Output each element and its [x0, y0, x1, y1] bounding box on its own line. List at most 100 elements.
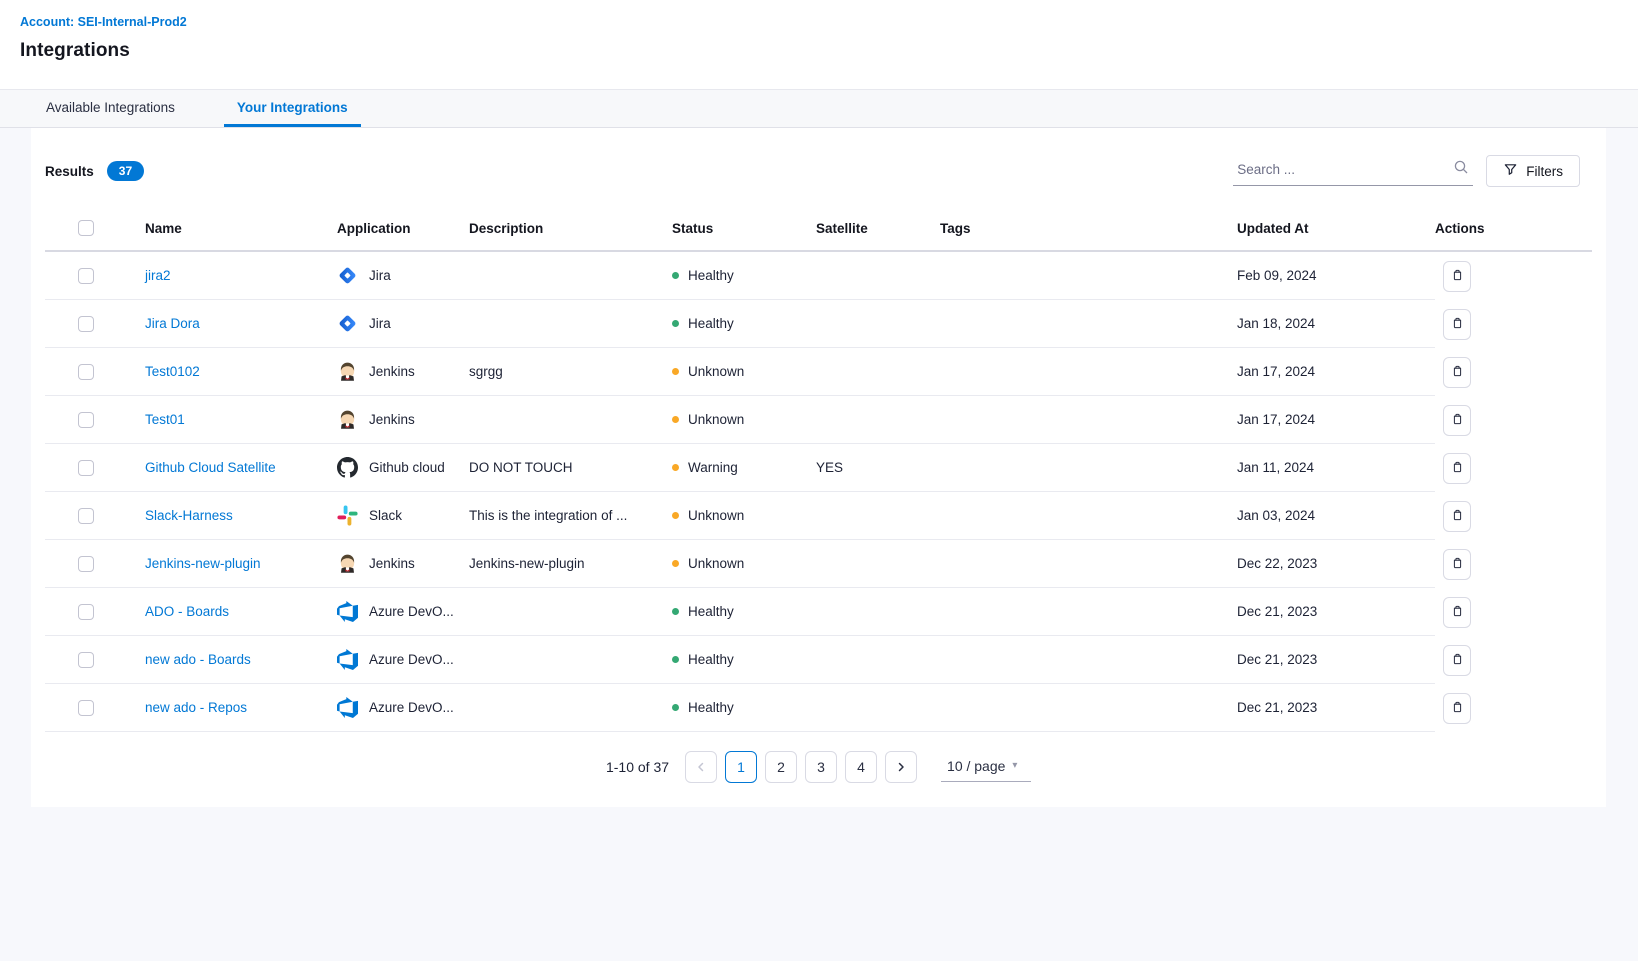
integration-name-link[interactable]: Jira Dora: [145, 316, 200, 331]
table-row: Jira Dora Jira Healthy Jan 18, 2024: [45, 300, 1592, 348]
column-header-actions: Actions: [1435, 206, 1592, 250]
delete-button[interactable]: [1443, 693, 1471, 724]
azure-devops-icon: [337, 697, 358, 718]
pagination-prev-button[interactable]: [685, 751, 717, 783]
integration-name-link[interactable]: ADO - Boards: [145, 604, 229, 619]
row-checkbox[interactable]: [78, 316, 94, 332]
status-label: Healthy: [688, 316, 734, 331]
trash-icon: [1450, 315, 1465, 334]
description-text: [469, 300, 672, 348]
row-checkbox[interactable]: [78, 412, 94, 428]
table-row: jira2 Jira Healthy Feb 09, 2024: [45, 252, 1592, 300]
delete-button[interactable]: [1443, 597, 1471, 628]
jenkins-icon: [337, 409, 358, 430]
status-label: Unknown: [688, 412, 744, 427]
row-checkbox[interactable]: [78, 364, 94, 380]
integration-name-link[interactable]: Jenkins-new-plugin: [145, 556, 261, 571]
satellite-value: [808, 540, 940, 588]
application-label: Jenkins: [369, 556, 415, 571]
row-checkbox[interactable]: [78, 700, 94, 716]
account-link[interactable]: Account: SEI-Internal-Prod2: [20, 15, 187, 29]
delete-button[interactable]: [1443, 357, 1471, 388]
search-input[interactable]: [1235, 161, 1453, 178]
results-label: Results: [45, 164, 94, 179]
description-text: [469, 636, 672, 684]
pagination-page-2-button[interactable]: 2: [765, 751, 797, 783]
row-checkbox[interactable]: [78, 652, 94, 668]
status-label: Unknown: [688, 508, 744, 523]
integration-name-link[interactable]: Github Cloud Satellite: [145, 460, 276, 475]
column-header-tags: Tags: [940, 206, 1237, 250]
tags-value: [940, 588, 1237, 636]
status-label: Unknown: [688, 364, 744, 379]
chevron-right-icon: [895, 761, 907, 773]
satellite-value: [808, 636, 940, 684]
delete-button[interactable]: [1443, 645, 1471, 676]
row-checkbox[interactable]: [78, 460, 94, 476]
tab-bar: Available Integrations Your Integrations: [0, 90, 1638, 128]
tags-value: [940, 396, 1237, 444]
jenkins-icon: [337, 553, 358, 574]
slack-icon: [337, 505, 358, 526]
delete-button[interactable]: [1443, 501, 1471, 532]
updated-at-value: Jan 18, 2024: [1237, 300, 1435, 348]
status-dot: [672, 368, 679, 375]
satellite-value: [808, 348, 940, 396]
table-row: new ado - Repos Azure DevO... Healthy De…: [45, 684, 1592, 732]
trash-icon: [1450, 555, 1465, 574]
description-text: [469, 252, 672, 300]
select-all-checkbox[interactable]: [78, 220, 94, 236]
delete-button[interactable]: [1443, 453, 1471, 484]
satellite-value: [808, 492, 940, 540]
pagination-next-button[interactable]: [885, 751, 917, 783]
tags-value: [940, 684, 1237, 732]
table-body: jira2 Jira Healthy Feb 09, 2024: [45, 252, 1592, 732]
page-size-select[interactable]: 10 / page ▾: [941, 753, 1031, 782]
tags-value: [940, 348, 1237, 396]
tab-available-integrations[interactable]: Available Integrations: [33, 90, 188, 127]
application-label: Azure DevO...: [369, 700, 454, 715]
search-field[interactable]: [1233, 156, 1473, 186]
row-checkbox[interactable]: [78, 604, 94, 620]
description-text: [469, 684, 672, 732]
trash-icon: [1450, 267, 1465, 286]
azure-devops-icon: [337, 649, 358, 670]
delete-button[interactable]: [1443, 549, 1471, 580]
status-dot: [672, 608, 679, 615]
integration-name-link[interactable]: Test0102: [145, 364, 200, 379]
jira-icon: [337, 313, 358, 334]
filters-button[interactable]: Filters: [1486, 155, 1580, 187]
row-checkbox[interactable]: [78, 556, 94, 572]
trash-icon: [1450, 699, 1465, 718]
delete-button[interactable]: [1443, 261, 1471, 292]
pagination-page-3-button[interactable]: 3: [805, 751, 837, 783]
pagination-page-4-button[interactable]: 4: [845, 751, 877, 783]
pagination-page-1-button[interactable]: 1: [725, 751, 757, 783]
integration-name-link[interactable]: new ado - Boards: [145, 652, 251, 667]
azure-devops-icon: [337, 601, 358, 622]
chevron-down-icon: ▾: [1012, 760, 1017, 771]
integration-name-link[interactable]: jira2: [145, 268, 171, 283]
satellite-value: [808, 588, 940, 636]
application-label: Azure DevO...: [369, 604, 454, 619]
integration-name-link[interactable]: Slack-Harness: [145, 508, 233, 523]
integration-name-link[interactable]: new ado - Repos: [145, 700, 247, 715]
satellite-value: YES: [808, 444, 940, 492]
integration-name-link[interactable]: Test01: [145, 412, 185, 427]
delete-button[interactable]: [1443, 405, 1471, 436]
row-checkbox[interactable]: [78, 268, 94, 284]
updated-at-value: Dec 21, 2023: [1237, 588, 1435, 636]
delete-button[interactable]: [1443, 309, 1471, 340]
search-icon: [1453, 159, 1469, 180]
description-text: sgrgg: [469, 348, 672, 396]
satellite-value: [808, 252, 940, 300]
description-text: Jenkins-new-plugin: [469, 540, 672, 588]
table-row: Test0102 Jenkins sgrgg Unknown Jan 17, 2…: [45, 348, 1592, 396]
tab-your-integrations[interactable]: Your Integrations: [224, 90, 361, 127]
row-checkbox[interactable]: [78, 508, 94, 524]
results-count-badge: 37: [107, 161, 144, 181]
pagination-range: 1-10 of 37: [606, 759, 669, 775]
tags-value: [940, 444, 1237, 492]
status-label: Healthy: [688, 700, 734, 715]
trash-icon: [1450, 411, 1465, 430]
